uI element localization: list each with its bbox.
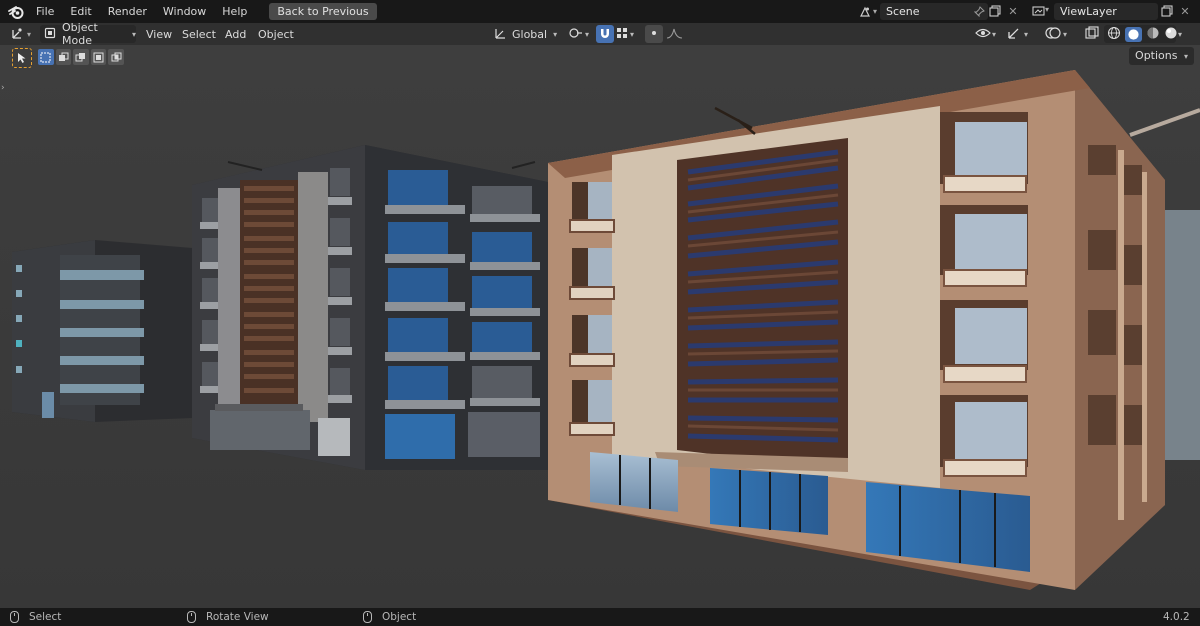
- blender-logo-icon[interactable]: [4, 0, 28, 23]
- status-rotate: Rotate View: [187, 608, 269, 626]
- xray-toggle[interactable]: [1085, 25, 1099, 43]
- options-label: Options: [1135, 49, 1178, 62]
- new-scene-icon[interactable]: [988, 4, 1002, 18]
- scene-render: [0, 45, 1200, 608]
- visibility-button[interactable]: ▾: [975, 25, 996, 43]
- top-menu-bar: File Edit Render Window Help Back to Pre…: [0, 0, 1200, 23]
- menu-window[interactable]: Window: [155, 0, 214, 23]
- menu-view[interactable]: View: [146, 25, 172, 43]
- menu-add[interactable]: Add: [225, 25, 246, 43]
- 3d-viewport-icon: [10, 26, 26, 43]
- rendered-shading-icon[interactable]: [1164, 26, 1178, 43]
- editor-type-button[interactable]: ▾: [10, 25, 31, 43]
- mouse-middle-icon: [187, 611, 196, 623]
- pivot-point-button[interactable]: ▾: [568, 25, 589, 43]
- building-far-left: [12, 240, 192, 422]
- selection-modes: [38, 49, 124, 67]
- mouse-right-icon: [363, 611, 372, 623]
- overlays-button[interactable]: ▾: [1045, 25, 1067, 43]
- viewlayer-name[interactable]: ViewLayer: [1054, 5, 1117, 18]
- close-scene-icon[interactable]: ✕: [1006, 4, 1020, 18]
- close-viewlayer-icon[interactable]: ✕: [1178, 4, 1192, 18]
- snap-grid-icon: [616, 27, 628, 42]
- proportional-edit-toggle[interactable]: [645, 25, 663, 43]
- xray-icon: [1085, 25, 1099, 43]
- material-shading-icon[interactable]: [1146, 26, 1160, 43]
- menu-file[interactable]: File: [28, 0, 62, 23]
- gizmo-button[interactable]: ▾: [1006, 25, 1028, 43]
- viewport-header: ▾ Object Mode ▾ View Select Add Object G…: [0, 21, 1200, 47]
- snap-target-button[interactable]: ▾: [616, 25, 634, 43]
- version-label: 4.0.2: [1163, 611, 1190, 623]
- viewlayer-icon[interactable]: [1031, 4, 1045, 18]
- pivot-icon: [568, 26, 584, 43]
- snap-toggle[interactable]: [596, 25, 614, 43]
- mouse-left-icon: [10, 611, 19, 623]
- wireframe-shading-icon[interactable]: [1107, 26, 1121, 43]
- scene-selector[interactable]: ▾ Scene: [854, 3, 988, 20]
- status-rotate-label: Rotate View: [206, 611, 269, 623]
- gizmo-icon: [1006, 26, 1022, 43]
- select-invert-icon[interactable]: [90, 49, 107, 65]
- pin-icon[interactable]: [972, 5, 986, 19]
- mode-label: Object Mode: [62, 21, 98, 47]
- shading-options-chevron-icon[interactable]: ▾: [1178, 25, 1182, 43]
- select-tool-button[interactable]: [12, 48, 32, 68]
- status-bar: Select Rotate View Object 4.0.2: [0, 608, 1200, 626]
- cursor-icon: [18, 53, 26, 63]
- toolbar-expand-chevron-icon[interactable]: ›: [1, 83, 5, 93]
- overlays-icon: [1045, 26, 1061, 43]
- falloff-curve-icon: [666, 27, 684, 42]
- back-to-previous-button[interactable]: Back to Previous: [269, 3, 377, 20]
- building-foreground: [548, 70, 1200, 590]
- orientation-icon: [493, 26, 507, 43]
- object-mode-icon: [44, 27, 56, 42]
- options-button[interactable]: Options ▾: [1129, 47, 1194, 65]
- solid-shading-icon[interactable]: [1125, 26, 1142, 42]
- new-viewlayer-icon[interactable]: [1160, 4, 1174, 18]
- status-object: Object: [363, 608, 416, 626]
- mode-selector[interactable]: Object Mode ▾: [40, 21, 136, 47]
- status-object-label: Object: [382, 611, 417, 623]
- status-select-label: Select: [29, 611, 62, 623]
- scene-name[interactable]: Scene: [880, 5, 920, 18]
- select-extend-icon[interactable]: [55, 49, 72, 65]
- menu-edit[interactable]: Edit: [62, 0, 99, 23]
- menu-object[interactable]: Object: [258, 25, 294, 43]
- status-select: Select: [10, 608, 61, 626]
- falloff-button[interactable]: [666, 25, 684, 43]
- magnet-icon: [599, 27, 611, 42]
- menu-render[interactable]: Render: [100, 0, 155, 23]
- orientation-label: Global: [512, 27, 548, 41]
- menu-help[interactable]: Help: [214, 0, 255, 23]
- menu-select[interactable]: Select: [182, 25, 216, 43]
- building-middle: [192, 145, 548, 470]
- 3d-viewport[interactable]: Options ▾ ›: [0, 45, 1200, 608]
- select-intersect-icon[interactable]: [108, 49, 124, 65]
- proportional-edit-icon: [649, 28, 659, 41]
- viewlayer-field[interactable]: ViewLayer: [1054, 3, 1158, 20]
- transform-orientation[interactable]: Global ▾: [493, 25, 557, 43]
- eye-icon: [975, 27, 991, 42]
- select-subtract-icon[interactable]: [73, 49, 89, 65]
- shading-modes: [1104, 25, 1178, 43]
- scene-icon: [858, 5, 872, 19]
- select-new-icon[interactable]: [38, 49, 54, 65]
